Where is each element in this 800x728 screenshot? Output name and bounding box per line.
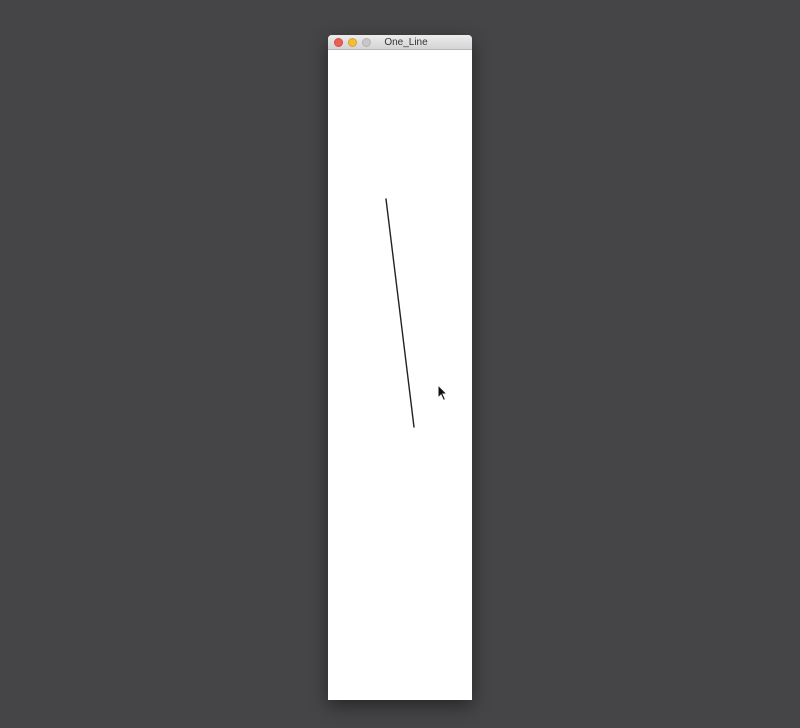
window-titlebar[interactable]: One_Line	[328, 35, 472, 50]
drawing-canvas[interactable]	[328, 50, 472, 700]
drawn-line	[385, 198, 415, 428]
window-title: One_Line	[384, 37, 428, 48]
canvas-svg	[385, 198, 415, 428]
app-window: One_Line	[328, 35, 472, 700]
arrow-cursor-icon	[437, 384, 449, 402]
